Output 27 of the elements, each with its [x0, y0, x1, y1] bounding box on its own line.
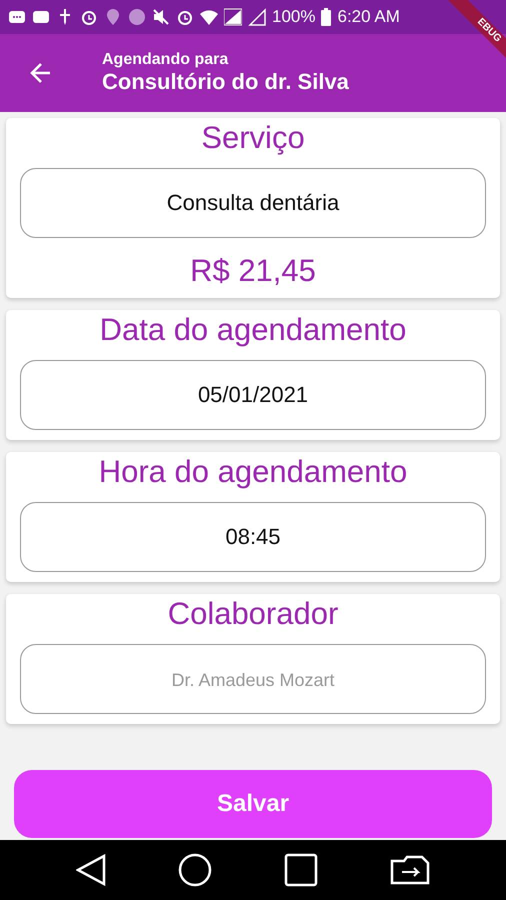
back-icon[interactable]	[76, 854, 106, 886]
input-field[interactable]: Consulta dentária	[20, 168, 486, 238]
rotate-screen-icon[interactable]	[390, 855, 430, 885]
wifi-icon	[200, 8, 218, 26]
alarm-icon	[176, 8, 194, 26]
signal-icon	[224, 8, 242, 26]
notification-icon	[32, 8, 50, 26]
alarm-icon	[80, 8, 98, 26]
battery-icon	[321, 8, 332, 26]
signal-icon	[248, 8, 266, 26]
location-icon	[104, 8, 122, 26]
price-text: R$ 21,45	[190, 254, 316, 288]
section-title: Data do agendamento	[100, 312, 406, 348]
section-title: Hora do agendamento	[98, 454, 408, 490]
input-field[interactable]: 05/01/2021	[20, 360, 486, 430]
input-field[interactable]: Dr. Amadeus Mozart	[20, 644, 486, 714]
clock-time: 6:20 AM	[337, 7, 400, 27]
section-title: Serviço	[201, 120, 305, 156]
home-icon[interactable]	[178, 853, 212, 887]
input-field[interactable]: 08:45	[20, 502, 486, 572]
app-bar-title: Consultório do dr. Silva	[102, 69, 349, 95]
mute-icon	[152, 8, 170, 26]
battery-percent: 100%	[272, 7, 316, 27]
section-title: Colaborador	[168, 596, 338, 632]
recents-icon[interactable]	[284, 853, 318, 887]
app-bar-subtitle: Agendando para	[102, 51, 230, 69]
message-icon	[8, 8, 26, 26]
